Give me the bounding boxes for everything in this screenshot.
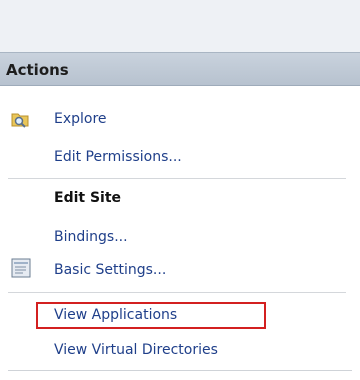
- basic-settings-link[interactable]: Basic Settings...: [54, 262, 166, 278]
- section-divider: [8, 292, 346, 293]
- actions-panel-title: Actions: [6, 61, 69, 79]
- edit-permissions-link[interactable]: Edit Permissions...: [54, 149, 182, 165]
- explore-link[interactable]: Explore: [54, 111, 107, 127]
- bindings-link[interactable]: Bindings...: [54, 229, 128, 245]
- bottom-divider: [8, 370, 352, 371]
- view-virtual-directories-link[interactable]: View Virtual Directories: [54, 342, 218, 358]
- actions-panel-header: Actions: [0, 52, 360, 86]
- folder-search-icon[interactable]: [10, 108, 32, 134]
- section-divider: [8, 178, 346, 179]
- settings-document-icon[interactable]: [10, 257, 32, 283]
- edit-site-heading: Edit Site: [54, 190, 122, 206]
- top-empty-area: [0, 0, 360, 52]
- view-applications-link[interactable]: View Applications: [54, 307, 177, 323]
